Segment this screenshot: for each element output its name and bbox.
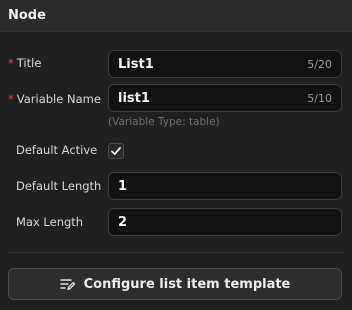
variable-name-input[interactable]: list1 5/10 xyxy=(108,84,342,112)
max-length-input[interactable]: 2 xyxy=(108,208,342,236)
variable-name-value: list1 xyxy=(118,90,150,106)
max-length-value: 2 xyxy=(118,214,128,230)
section-divider xyxy=(8,252,344,253)
variable-name-char-counter: 5/10 xyxy=(307,91,332,105)
list-edit-icon xyxy=(59,279,75,291)
title-label: * Title xyxy=(8,56,42,70)
checkmark-icon xyxy=(111,147,121,155)
configure-list-item-template-button[interactable]: Configure list item template xyxy=(8,268,342,300)
variable-type-hint: (Variable Type: table) xyxy=(108,116,220,128)
panel-title: Node xyxy=(8,8,46,23)
default-length-input[interactable]: 1 xyxy=(108,172,342,200)
panel-header: Node xyxy=(0,0,352,32)
default-length-label: Default Length xyxy=(16,179,102,193)
title-input[interactable]: List1 5/20 xyxy=(108,50,342,78)
title-char-counter: 5/20 xyxy=(307,57,332,71)
configure-button-label: Configure list item template xyxy=(83,276,291,292)
default-active-checkbox[interactable] xyxy=(108,143,124,159)
required-marker: * xyxy=(8,56,14,70)
title-value: List1 xyxy=(118,56,154,72)
node-panel: Node * Title List1 5/20 * Variable Name li… xyxy=(0,0,352,310)
default-length-value: 1 xyxy=(118,178,128,194)
default-active-label: Default Active xyxy=(16,143,98,157)
required-marker: * xyxy=(8,92,14,106)
variable-name-label: * Variable Name xyxy=(8,92,101,106)
max-length-label: Max Length xyxy=(16,215,84,229)
